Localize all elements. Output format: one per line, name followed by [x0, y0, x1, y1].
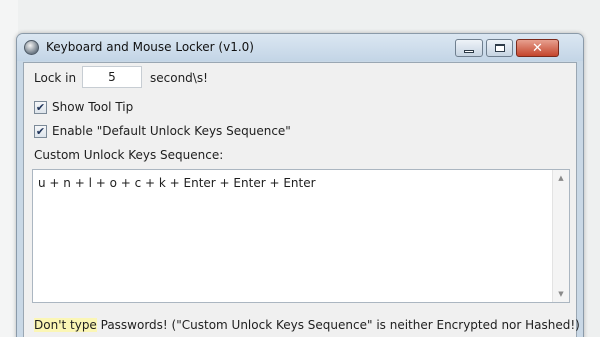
- lock-in-label: Lock in: [34, 71, 77, 85]
- custom-sequence-text: u + n + l + o + c + k + Enter + Enter + …: [38, 176, 316, 190]
- default-unlock-checkbox[interactable]: ✔: [34, 125, 47, 138]
- custom-sequence-label: Custom Unlock Keys Sequence:: [34, 148, 224, 162]
- checkmark-icon: ✔: [35, 101, 46, 114]
- scroll-down-icon[interactable]: ▼: [553, 286, 569, 302]
- close-button[interactable]: ✕: [516, 39, 559, 57]
- dialog-client-area: Lock in second\s! ✔ Show Tool Tip ✔ Enab…: [23, 62, 580, 337]
- app-window: Keyboard and Mouse Locker (v1.0) ✕ Lock …: [16, 33, 584, 337]
- seconds-label: second\s!: [150, 71, 208, 85]
- custom-sequence-textarea[interactable]: u + n + l + o + c + k + Enter + Enter + …: [32, 169, 570, 303]
- lock-app-icon[interactable]: [24, 40, 39, 55]
- warning-highlight: Don't type: [34, 318, 97, 332]
- minimize-icon: [464, 49, 474, 53]
- window-title: Keyboard and Mouse Locker (v1.0): [46, 40, 254, 54]
- show-tooltip-checkbox[interactable]: ✔: [34, 101, 47, 114]
- password-warning: Don't type Passwords! ("Custom Unlock Ke…: [34, 318, 580, 332]
- default-unlock-label[interactable]: Enable "Default Unlock Keys Sequence": [52, 124, 291, 138]
- seconds-input[interactable]: [82, 66, 142, 88]
- maximize-button[interactable]: [486, 39, 513, 57]
- minimize-button[interactable]: [455, 39, 483, 57]
- title-bar[interactable]: Keyboard and Mouse Locker (v1.0) ✕: [17, 34, 583, 61]
- show-tooltip-label[interactable]: Show Tool Tip: [52, 100, 133, 114]
- warning-text: Passwords! ("Custom Unlock Keys Sequence…: [96, 318, 580, 332]
- maximize-icon: [494, 44, 505, 52]
- scroll-up-icon[interactable]: ▲: [553, 170, 569, 186]
- vertical-scrollbar[interactable]: ▲ ▼: [552, 170, 569, 302]
- close-icon: ✕: [532, 40, 543, 56]
- checkmark-icon: ✔: [35, 125, 46, 138]
